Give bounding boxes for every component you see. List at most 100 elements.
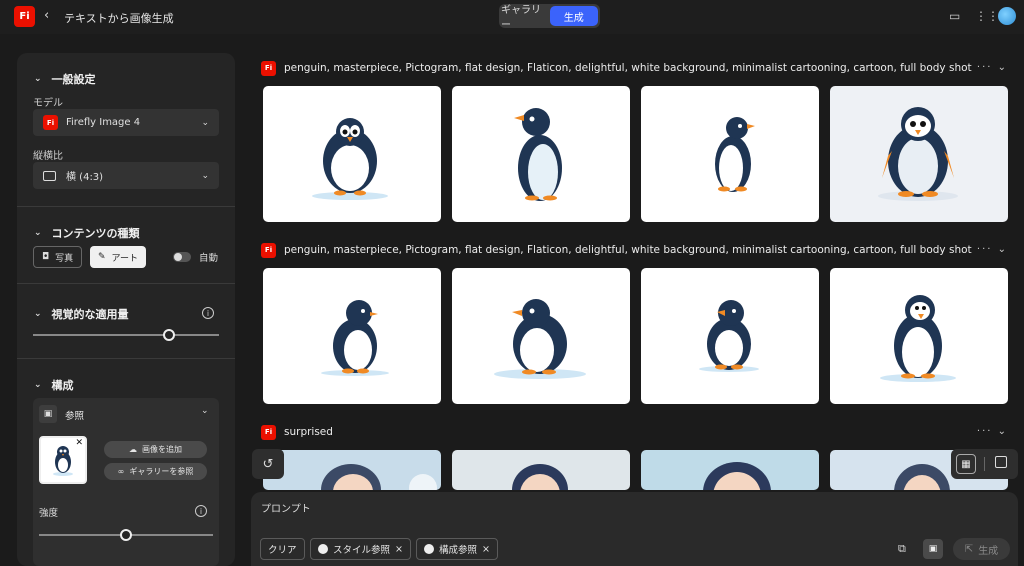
- art-label: アート: [111, 253, 139, 264]
- info-icon[interactable]: i: [195, 505, 207, 517]
- result-image[interactable]: [263, 450, 441, 490]
- result-image[interactable]: [830, 86, 1008, 222]
- add-image-label: 画像を追加: [142, 445, 182, 454]
- tab-generate[interactable]: 生成: [549, 6, 598, 26]
- divider: [17, 283, 235, 284]
- clear-label: クリア: [268, 545, 297, 556]
- close-icon[interactable]: ×: [482, 544, 490, 555]
- composition-section: ⌄ 構成: [17, 377, 235, 393]
- result-image[interactable]: [452, 86, 630, 222]
- generate-label: 生成: [978, 545, 999, 557]
- brush-icon: ✎: [98, 252, 106, 262]
- avatar[interactable]: [998, 7, 1016, 25]
- prompt-label: プロンプト: [261, 504, 311, 515]
- reference-label: 参照: [65, 411, 85, 422]
- style-reference-chip[interactable]: スタイル参照 ×: [310, 538, 411, 560]
- auto-toggle[interactable]: [173, 252, 191, 262]
- aspect-dropdown[interactable]: 横 (4:3) ⌄: [33, 162, 219, 189]
- style-reference-label: スタイル参照: [333, 545, 391, 556]
- result-image[interactable]: [641, 450, 819, 490]
- aspect-rect-icon: [43, 170, 56, 181]
- result-image[interactable]: [830, 268, 1008, 404]
- binoculars-icon: ∞: [117, 467, 125, 476]
- auto-label: 自動: [199, 253, 219, 264]
- result-image[interactable]: [263, 268, 441, 404]
- back-arrow-icon[interactable]: ‹: [44, 8, 49, 23]
- penguin-thumb-icon: [318, 544, 328, 554]
- general-settings-header[interactable]: ⌄ 一般設定: [17, 71, 235, 87]
- composition-reference-box: ▣ 参照 ⌄ ✕ ☁ 画像を追加 ∞ ギャラリーを参照 強度 i: [33, 398, 219, 566]
- composition-header[interactable]: ⌄ 構成: [17, 377, 235, 393]
- chevron-down-icon: ⌄: [34, 380, 42, 390]
- image-count-icon[interactable]: ▣: [923, 539, 943, 559]
- composition-reference-label: 構成参照: [439, 545, 478, 556]
- chevron-down-icon[interactable]: ⌄: [201, 406, 209, 416]
- page-title: テキストから画像生成: [64, 12, 174, 25]
- general-settings-section: ⌄ 一般設定: [17, 71, 235, 87]
- browse-gallery-label: ギャラリーを参照: [129, 467, 194, 476]
- camera-icon: ◘: [42, 252, 50, 262]
- chat-icon[interactable]: ▭: [949, 9, 960, 23]
- reference-icon: ▣: [39, 405, 57, 423]
- penguin-thumb-icon: [424, 544, 434, 554]
- photo-label: 写真: [55, 253, 74, 264]
- row-tools[interactable]: ··· ⌄: [977, 244, 1008, 255]
- settings-panel: ⌄ 一般設定 モデル Fi Firefly Image 4 ⌄ 縦横比 横 (4…: [17, 53, 235, 566]
- view-switch: ギャラリー 生成: [499, 4, 600, 31]
- art-button[interactable]: ✎ アート: [90, 246, 147, 268]
- result-row-header: Fi penguin, masterpiece, Pictogram, flat…: [261, 60, 972, 76]
- result-image[interactable]: [641, 86, 819, 222]
- close-icon[interactable]: ×: [395, 544, 403, 555]
- firefly-icon: Fi: [261, 424, 276, 440]
- section-title: コンテンツの種類: [51, 227, 140, 240]
- result-image[interactable]: [452, 268, 630, 404]
- model-value: Firefly Image 4: [66, 117, 141, 128]
- reference-thumbnail[interactable]: ✕: [39, 436, 87, 484]
- visual-intensity-track[interactable]: [33, 334, 219, 336]
- result-image[interactable]: [452, 450, 630, 490]
- firefly-icon: Fi: [261, 60, 276, 76]
- results-area: Fi penguin, masterpiece, Pictogram, flat…: [249, 53, 1024, 566]
- divider: [17, 206, 235, 207]
- visual-intensity-slider[interactable]: [163, 329, 175, 341]
- model-dropdown[interactable]: Fi Firefly Image 4 ⌄: [33, 109, 219, 136]
- divider: [17, 358, 235, 359]
- firefly-icon: Fi: [261, 242, 276, 258]
- strength-label: 強度: [39, 508, 59, 519]
- tab-gallery[interactable]: ギャラリー: [501, 5, 550, 31]
- photo-button[interactable]: ◘ 写真: [33, 246, 83, 268]
- section-title: 構成: [51, 379, 74, 392]
- section-title: 一般設定: [51, 73, 96, 86]
- aspect-label: 縦横比: [33, 151, 63, 162]
- info-icon[interactable]: i: [202, 307, 214, 319]
- model-label: モデル: [33, 98, 63, 109]
- browse-gallery-button[interactable]: ∞ ギャラリーを参照: [104, 463, 207, 480]
- prompt-settings-icon[interactable]: ⧉: [898, 542, 906, 556]
- prompt-panel: プロンプト クリア スタイル参照 × 構成参照 × ⧉ ▣ ⇱ 生成: [251, 492, 1018, 566]
- remove-reference-icon[interactable]: ✕: [75, 438, 83, 448]
- section-title: 視覚的な適用量: [51, 308, 129, 321]
- row-tools[interactable]: ··· ⌄: [977, 62, 1008, 73]
- single-view-icon[interactable]: [995, 456, 1007, 468]
- firefly-model-icon: Fi: [43, 115, 58, 130]
- result-row-header: Fi penguin, masterpiece, Pictogram, flat…: [261, 242, 972, 258]
- result-prompt: surprised: [284, 426, 333, 438]
- add-image-button[interactable]: ☁ 画像を追加: [104, 441, 207, 458]
- generate-button[interactable]: ⇱ 生成: [953, 538, 1010, 560]
- chevron-down-icon: ⌄: [201, 170, 209, 181]
- divider: [984, 457, 985, 471]
- chevron-down-icon: ⌄: [34, 228, 42, 238]
- result-image[interactable]: [641, 268, 819, 404]
- composition-reference-chip[interactable]: 構成参照 ×: [416, 538, 498, 560]
- generate-icon: ⇱: [964, 543, 974, 555]
- grid-view-icon[interactable]: ▦: [956, 454, 976, 474]
- strength-slider[interactable]: [120, 529, 132, 541]
- history-icon: ↺: [262, 456, 274, 472]
- row-tools[interactable]: ··· ⌄: [977, 426, 1008, 437]
- content-type-header[interactable]: ⌄ コンテンツの種類: [17, 225, 235, 241]
- result-image[interactable]: [263, 86, 441, 222]
- clear-button[interactable]: クリア: [260, 538, 305, 560]
- firefly-logo[interactable]: Fi: [14, 6, 35, 27]
- history-button[interactable]: ↺: [252, 449, 284, 479]
- chevron-down-icon: ⌄: [34, 74, 42, 84]
